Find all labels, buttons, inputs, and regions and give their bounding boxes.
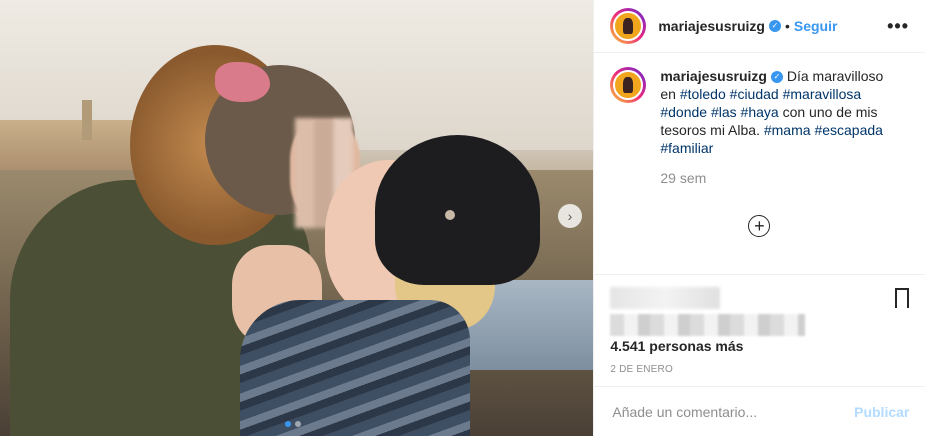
hashtag-link[interactable]: #ciudad xyxy=(730,86,779,102)
header-username[interactable]: mariajesusruizg xyxy=(658,18,765,34)
hashtag-link[interactable]: #escapada xyxy=(814,122,883,138)
comment-bar: Publicar xyxy=(594,386,925,436)
blurred-action-icons xyxy=(610,287,721,309)
avatar[interactable] xyxy=(610,8,647,44)
carousel-dot xyxy=(295,421,301,427)
carousel-dot-active xyxy=(285,421,291,427)
hashtag-link[interactable]: #mama xyxy=(764,122,811,138)
blurred-likers xyxy=(610,314,806,336)
verified-badge-icon: ✓ xyxy=(770,71,783,84)
chevron-right-icon: › xyxy=(567,208,573,224)
header-separator: • xyxy=(784,18,790,34)
photo-scarf xyxy=(240,300,470,436)
post-photo[interactable]: › xyxy=(0,0,594,436)
post-date: 2 DE ENERO xyxy=(610,364,673,375)
hashtag-link[interactable]: #familiar xyxy=(660,140,713,156)
hashtag-link[interactable]: #haya xyxy=(741,104,779,120)
bookmark-icon[interactable] xyxy=(895,288,914,314)
caption-avatar[interactable] xyxy=(610,67,647,103)
hashtag-link[interactable]: #toledo xyxy=(680,86,726,102)
publish-button[interactable]: Publicar xyxy=(854,404,909,420)
comment-input[interactable] xyxy=(610,402,855,421)
instagram-post: › mariajesusruizg ✓ • Seguir ••• mariaje… xyxy=(0,0,925,436)
follow-button[interactable]: Seguir xyxy=(794,18,838,34)
verified-badge-icon: ✓ xyxy=(768,20,781,32)
hashtag-link[interactable]: #maravillosa xyxy=(783,86,862,102)
photo-hair-bow xyxy=(215,62,270,102)
hashtag-link[interactable]: #las xyxy=(711,104,737,120)
post-sidebar: mariajesusruizg ✓ • Seguir ••• mariajesu… xyxy=(593,0,925,436)
likes-count[interactable]: 4.541 personas más xyxy=(610,338,743,354)
photo-tower xyxy=(82,100,92,140)
more-options-icon[interactable]: ••• xyxy=(887,16,909,37)
hashtag-link[interactable]: #donde xyxy=(660,104,707,120)
carousel-next-button[interactable]: › xyxy=(558,204,582,228)
caption-username[interactable]: mariajesusruizg xyxy=(660,68,767,84)
post-time[interactable]: 29 sem xyxy=(660,169,900,187)
post-header: mariajesusruizg ✓ • Seguir ••• xyxy=(594,0,925,53)
photo-black-cap xyxy=(375,135,540,285)
caption: mariajesusruizg ✓ Día maravilloso en #tol… xyxy=(594,53,925,201)
caption-text: mariajesusruizg ✓ Día maravilloso en #tol… xyxy=(660,67,900,157)
carousel-indicator xyxy=(285,421,301,427)
plus-circle-icon[interactable]: + xyxy=(748,215,771,237)
caption-body: mariajesusruizg ✓ Día maravilloso en #tol… xyxy=(660,67,900,187)
